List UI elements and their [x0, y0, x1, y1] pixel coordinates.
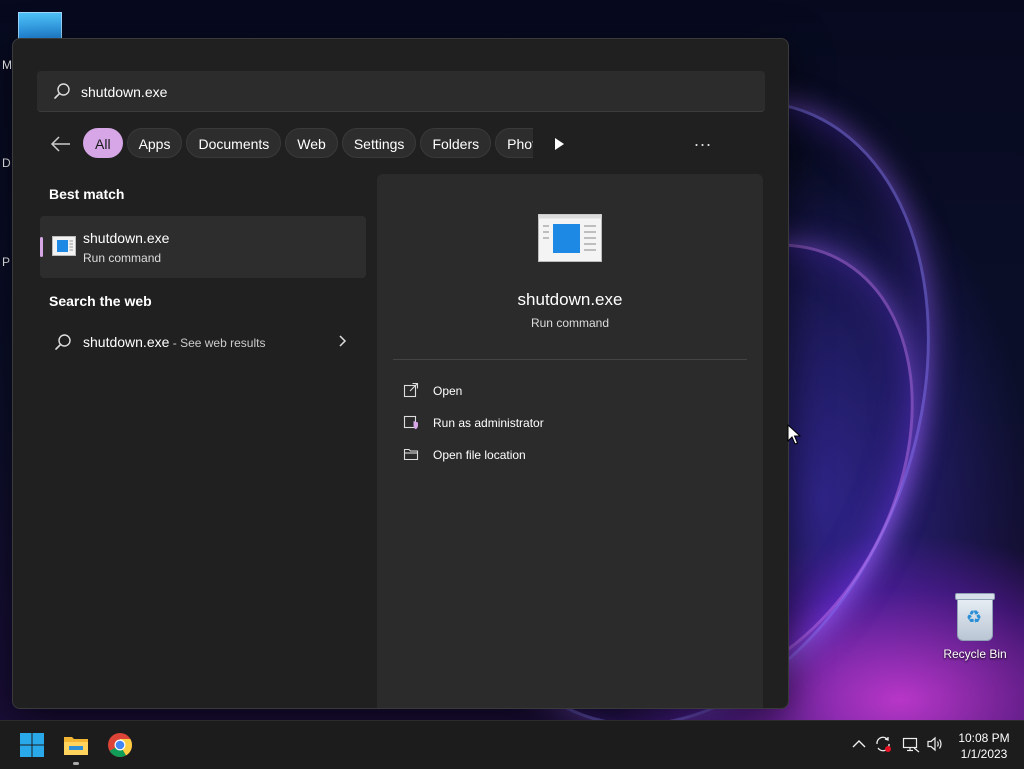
- filter-bar: AllAppsDocumentsWebSettingsFoldersPhotos…: [49, 128, 749, 160]
- recycle-bin-icon: ♻: [955, 593, 995, 641]
- search-web-heading: Search the web: [49, 293, 152, 309]
- filter-chip-apps[interactable]: Apps: [126, 128, 183, 158]
- best-match-name: shutdown.exe: [83, 230, 170, 246]
- file-explorer-icon[interactable]: [60, 729, 92, 761]
- search-icon: [55, 334, 71, 350]
- web-result-suffix: - See web results: [169, 336, 266, 350]
- clock-time: 10:08 PM: [958, 731, 1010, 745]
- filter-chip-all[interactable]: All: [83, 128, 123, 158]
- shield-admin-icon: [403, 415, 418, 430]
- mouse-cursor-icon: [787, 424, 801, 445]
- clock-date: 1/1/2023: [960, 747, 1008, 761]
- sync-icon[interactable]: [874, 735, 892, 753]
- filter-chip-folders[interactable]: Folders: [420, 128, 492, 158]
- selection-indicator: [40, 237, 43, 257]
- window-app-large-icon: [538, 214, 602, 262]
- more-options-button[interactable]: ...: [694, 130, 712, 151]
- filter-chip-web[interactable]: Web: [285, 128, 338, 158]
- start-icon[interactable]: [16, 729, 48, 761]
- filter-chip-photos[interactable]: Photos: [495, 128, 533, 158]
- volume-icon[interactable]: [926, 735, 944, 753]
- taskbar: 10:08 PM 1/1/2023: [0, 720, 1024, 769]
- start-search-panel: AllAppsDocumentsWebSettingsFoldersPhotos…: [12, 38, 789, 709]
- action-open[interactable]: Open: [403, 379, 733, 405]
- network-icon[interactable]: [902, 735, 920, 753]
- filter-chips: AllAppsDocumentsWebSettingsFoldersPhotos: [83, 128, 533, 160]
- recycle-bin-desktop-icon[interactable]: ♻ Recycle Bin: [940, 593, 1010, 661]
- action-run-as-admin[interactable]: Run as administrator: [403, 411, 733, 437]
- open-external-icon: [403, 382, 419, 398]
- window-app-icon: [52, 236, 76, 256]
- action-open-file-location[interactable]: Open file location: [403, 443, 733, 469]
- action-open-file-location-label: Open file location: [433, 448, 526, 462]
- desktop-icon-label: P: [2, 255, 11, 269]
- folder-icon: [403, 448, 419, 461]
- filter-chip-settings[interactable]: Settings: [341, 128, 417, 158]
- recycle-bin-label: Recycle Bin: [943, 647, 1007, 661]
- web-search-result[interactable]: shutdown.exe - See web results: [40, 321, 366, 361]
- search-icon: [54, 83, 70, 99]
- preview-divider: [393, 359, 747, 360]
- preview-title: shutdown.exe: [517, 290, 623, 309]
- scroll-chips-right-icon[interactable]: [549, 134, 569, 154]
- chevron-right-icon: [339, 335, 347, 347]
- clock[interactable]: 10:08 PM 1/1/2023: [950, 730, 1018, 762]
- web-result-query: shutdown.exe: [83, 334, 170, 350]
- filter-chip-documents[interactable]: Documents: [186, 128, 282, 158]
- search-input[interactable]: [79, 77, 743, 107]
- result-preview-pane: shutdown.exe Run command Open Run as adm…: [377, 174, 763, 708]
- best-match-result[interactable]: shutdown.exe Run command: [40, 216, 366, 278]
- action-run-as-admin-label: Run as administrator: [433, 416, 544, 430]
- action-open-label: Open: [433, 384, 463, 398]
- chevron-up-icon[interactable]: [850, 735, 868, 753]
- best-match-heading: Best match: [49, 186, 125, 202]
- desktop-icon-label: M: [2, 58, 12, 72]
- chrome-icon[interactable]: [104, 729, 136, 761]
- running-app-indicator: [73, 762, 79, 765]
- best-match-subtitle: Run command: [83, 251, 162, 265]
- search-box[interactable]: [37, 71, 765, 112]
- back-arrow-icon[interactable]: [49, 134, 73, 154]
- preview-subtitle: Run command: [530, 316, 610, 330]
- web-result-text: shutdown.exe - See web results: [83, 334, 265, 350]
- desktop-icon-label: D: [2, 156, 11, 170]
